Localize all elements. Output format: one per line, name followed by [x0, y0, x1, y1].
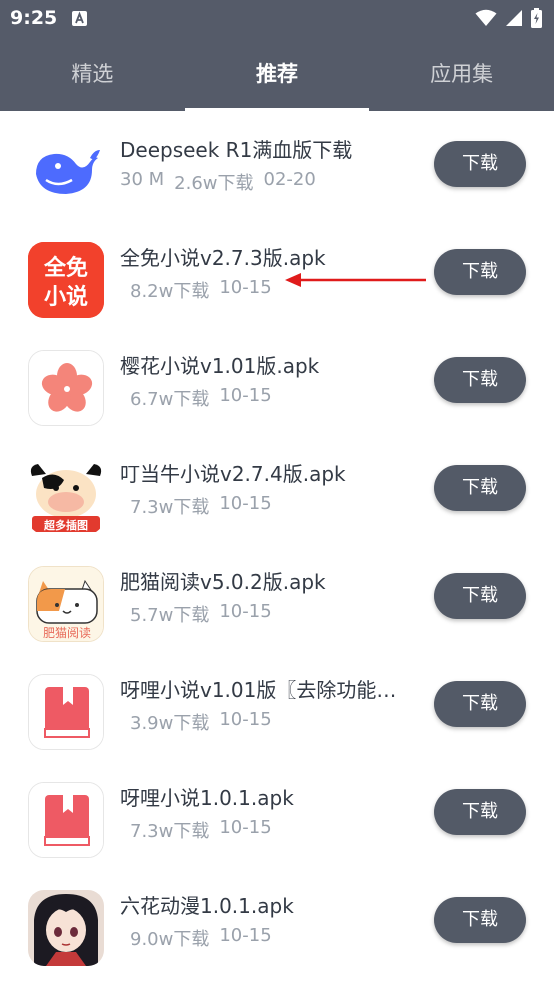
- app-date: 10-15: [219, 817, 272, 838]
- tab-app-collections[interactable]: 应用集: [369, 46, 554, 108]
- app-meta: 6.7w下载 10-15: [130, 385, 272, 411]
- book-icon: [28, 782, 104, 858]
- book-icon: [28, 674, 104, 750]
- download-button[interactable]: 下载: [434, 897, 526, 943]
- app-downloads: 8.2w下载: [130, 281, 210, 302]
- app-title: 肥猫阅读v5.0.2版.apk: [120, 570, 326, 594]
- list-item[interactable]: Deepseek R1满血版下载 30 M 2.6w下载 02-20 下载: [0, 111, 554, 219]
- app-meta: 7.3w下载 10-15: [130, 493, 272, 519]
- app-date: 10-15: [219, 601, 272, 622]
- list-item[interactable]: 樱花小说v1.01版.apk 6.7w下载 10-15 下载: [0, 327, 554, 435]
- icon-label: 超多插图: [43, 518, 88, 532]
- battery-icon: [531, 8, 542, 28]
- icon-label: 全免: [43, 255, 88, 281]
- app-meta: 8.2w下载 10-15: [130, 277, 272, 303]
- app-date: 10-15: [219, 709, 272, 730]
- app-downloads: 7.3w下载: [130, 497, 210, 518]
- whale-icon: [28, 134, 104, 210]
- icon-label: 小说: [44, 284, 88, 310]
- app-downloads: 6.7w下载: [130, 389, 210, 410]
- app-date: 10-15: [219, 277, 272, 298]
- app-meta: 7.3w下载 10-15: [130, 817, 272, 843]
- red-arrow-annotation: [285, 273, 426, 287]
- app-meta: 5.7w下载 10-15: [130, 601, 272, 627]
- app-date: 10-15: [219, 493, 272, 514]
- anime-girl-icon: [28, 890, 104, 966]
- download-button[interactable]: 下载: [434, 465, 526, 511]
- app-date: 10-15: [219, 925, 272, 946]
- icon-label: 肥猫阅读: [43, 626, 91, 640]
- download-button[interactable]: 下载: [434, 357, 526, 403]
- download-button[interactable]: 下载: [434, 141, 526, 187]
- app-header: 9:25 精选 推荐 应用集: [0, 0, 554, 112]
- list-item[interactable]: 六花动漫1.0.1.apk 9.0w下载 10-15 下载: [0, 867, 554, 975]
- app-meta: 3.9w下载 10-15: [130, 709, 272, 735]
- status-icons: [475, 8, 542, 28]
- app-date: 10-15: [219, 385, 272, 406]
- download-button[interactable]: 下载: [434, 789, 526, 835]
- tab-recommended[interactable]: 推荐: [184, 46, 370, 112]
- notification-a-icon: [72, 11, 87, 26]
- tab-featured[interactable]: 精选: [0, 46, 185, 108]
- download-button[interactable]: 下载: [434, 681, 526, 727]
- signal-icon: [506, 10, 522, 26]
- app-downloads: 5.7w下载: [130, 605, 210, 626]
- app-downloads: 7.3w下载: [130, 821, 210, 842]
- app-title: 六花动漫1.0.1.apk: [120, 894, 294, 918]
- app-title: 叮当牛小说v2.7.4版.apk: [120, 462, 346, 486]
- list-item[interactable]: 全免 小说 全免小说v2.7.3版.apk 8.2w下载 10-15 下载: [0, 219, 554, 327]
- quanmian-novel-icon: 全免 小说: [28, 242, 104, 318]
- app-meta: 9.0w下载 10-15: [130, 925, 272, 951]
- status-time: 9:25: [10, 7, 58, 29]
- app-downloads: 3.9w下载: [130, 713, 210, 734]
- tab-label: 应用集: [430, 62, 494, 86]
- list-item[interactable]: 呀哩小说1.0.1.apk 7.3w下载 10-15 下载: [0, 759, 554, 867]
- app-title: 樱花小说v1.01版.apk: [120, 354, 320, 378]
- cow-icon: 超多插图: [28, 458, 104, 534]
- app-title: 全免小说v2.7.3版.apk: [120, 246, 326, 270]
- app-title: Deepseek R1满血版下载: [120, 138, 353, 162]
- app-meta: 30 M 2.6w下载 02-20: [120, 169, 316, 195]
- app-size: 30 M: [120, 169, 165, 190]
- tab-label: 推荐: [256, 62, 298, 86]
- sakura-icon: [28, 350, 104, 426]
- app-title: 呀哩小说v1.01版〖去除功能〗.apk: [120, 678, 410, 702]
- list-item[interactable]: 超多插图 叮当牛小说v2.7.4版.apk 7.3w下载 10-15 下载: [0, 435, 554, 543]
- app-list: Deepseek R1满血版下载 30 M 2.6w下载 02-20 下载 全免…: [0, 111, 554, 984]
- download-button[interactable]: 下载: [434, 573, 526, 619]
- download-button[interactable]: 下载: [434, 249, 526, 295]
- app-downloads: 2.6w下载: [174, 173, 254, 194]
- list-item[interactable]: 呀哩小说v1.01版〖去除功能〗.apk 3.9w下载 10-15 下载: [0, 651, 554, 759]
- wifi-icon: [475, 9, 497, 26]
- list-item[interactable]: 肥猫阅读 肥猫阅读v5.0.2版.apk 5.7w下载 10-15 下载: [0, 543, 554, 651]
- app-title: 呀哩小说1.0.1.apk: [120, 786, 294, 810]
- tab-label: 精选: [71, 62, 114, 86]
- app-date: 02-20: [263, 169, 316, 190]
- cat-icon: 肥猫阅读: [28, 566, 104, 642]
- status-bar: 9:25: [0, 0, 554, 38]
- tab-bar: 精选 推荐 应用集: [0, 46, 554, 112]
- app-downloads: 9.0w下载: [130, 929, 210, 950]
